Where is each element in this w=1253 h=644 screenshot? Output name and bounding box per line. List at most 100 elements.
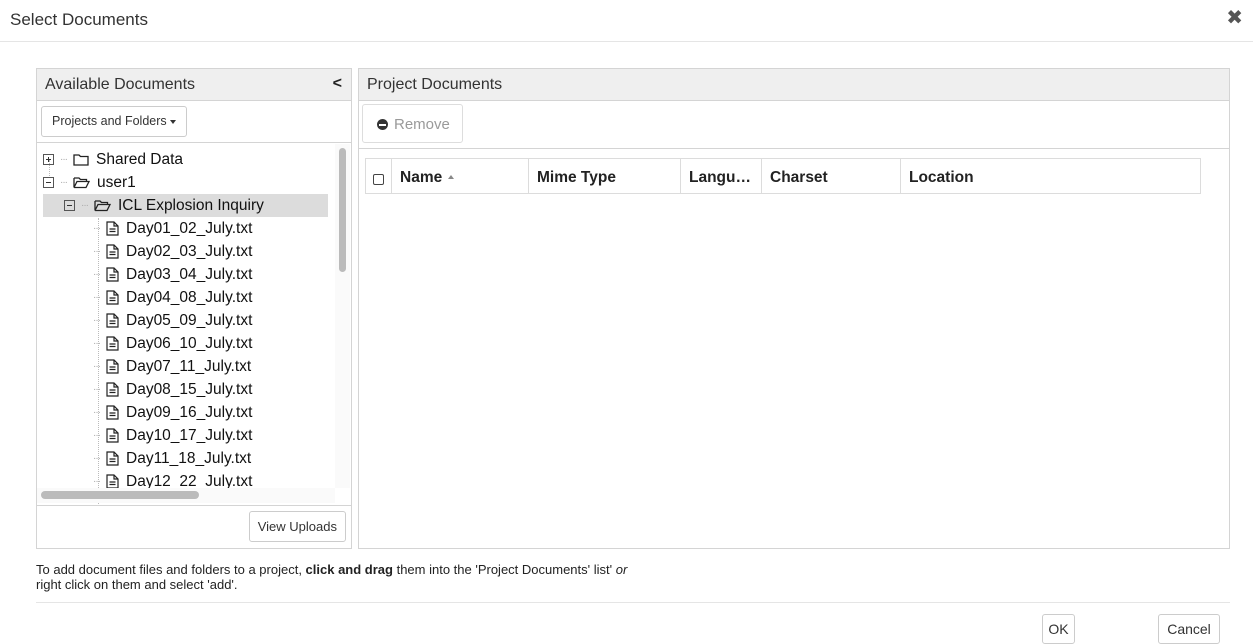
column-header-language[interactable]: Langu… bbox=[681, 159, 762, 193]
project-documents-toolbar: Remove bbox=[359, 101, 1229, 149]
vertical-scrollbar-thumb[interactable] bbox=[339, 148, 346, 272]
tree-file-label: Day11_18_July.txt bbox=[126, 449, 252, 467]
available-documents-toolbar: Projects and Folders bbox=[37, 101, 351, 143]
column-label: Charset bbox=[770, 169, 828, 186]
tree-file-label: Day06_10_July.txt bbox=[126, 334, 253, 352]
folder-open-icon bbox=[73, 177, 90, 189]
file-text-icon bbox=[106, 267, 119, 282]
tree-file-label: Day02_03_July.txt bbox=[126, 242, 253, 260]
tree-connector: ··· bbox=[93, 476, 101, 487]
file-text-icon bbox=[106, 405, 119, 420]
collapse-panel-icon[interactable]: < bbox=[333, 75, 342, 93]
tree-connector: ··· bbox=[60, 154, 68, 165]
view-uploads-button[interactable]: View Uploads bbox=[248, 511, 346, 542]
remove-label: Remove bbox=[394, 116, 450, 133]
column-header-name[interactable]: Name bbox=[392, 159, 529, 193]
column-label: Location bbox=[909, 169, 974, 186]
dropdown-label: Projects and Folders bbox=[52, 114, 167, 128]
tree-connector: ··· bbox=[93, 384, 101, 395]
tree-file-item[interactable]: ··· Day08_15_July.txt bbox=[93, 378, 252, 401]
file-text-icon bbox=[106, 382, 119, 397]
tree-node-icl-explosion-inquiry[interactable]: ··· ICL Explosion Inquiry bbox=[43, 194, 328, 217]
folder-icon bbox=[73, 154, 89, 166]
tree-connector: ··· bbox=[93, 246, 101, 257]
project-documents-header: Project Documents bbox=[359, 69, 1229, 101]
available-documents-header: Available Documents < bbox=[37, 69, 351, 101]
column-header-charset[interactable]: Charset bbox=[762, 159, 901, 193]
close-icon[interactable]: ✖ bbox=[1226, 8, 1243, 28]
column-header-location[interactable]: Location bbox=[901, 159, 1200, 193]
available-documents-title: Available Documents bbox=[45, 76, 196, 93]
tree-node-label: user1 bbox=[97, 173, 136, 191]
horizontal-scrollbar[interactable] bbox=[37, 488, 335, 503]
select-all-checkbox[interactable] bbox=[373, 174, 384, 185]
projects-and-folders-dropdown[interactable]: Projects and Folders bbox=[41, 106, 187, 137]
cancel-button[interactable]: Cancel bbox=[1158, 614, 1220, 644]
remove-button[interactable]: Remove bbox=[362, 104, 463, 143]
file-text-icon bbox=[106, 451, 119, 466]
tree-file-item[interactable]: ··· Day05_09_July.txt bbox=[93, 309, 252, 332]
help-text-line2: right click on them and select 'add'. bbox=[36, 577, 238, 592]
help-text-italic: or bbox=[615, 562, 628, 577]
file-text-icon bbox=[106, 221, 119, 236]
file-text-icon bbox=[106, 359, 119, 374]
tree-file-label: Day01_02_July.txt bbox=[126, 219, 253, 237]
collapse-icon[interactable] bbox=[64, 200, 75, 211]
document-tree[interactable]: ··· Shared Data ··· user1 ··· ICL Explos… bbox=[37, 144, 351, 506]
help-text-bold: click and drag bbox=[305, 562, 393, 577]
tree-node-shared-data[interactable]: ··· Shared Data bbox=[43, 148, 183, 171]
tree-connector: ··· bbox=[93, 223, 101, 234]
file-text-icon bbox=[106, 313, 119, 328]
documents-table-header: Name Mime Type Langu… Charset Location bbox=[365, 158, 1201, 194]
column-label: Mime Type bbox=[537, 169, 616, 186]
available-documents-panel: Available Documents < Projects and Folde… bbox=[36, 68, 352, 549]
tree-file-label: Day05_09_July.txt bbox=[126, 311, 253, 329]
dialog-header: Select Documents ✖ bbox=[0, 0, 1253, 42]
footer-divider bbox=[36, 602, 1230, 603]
tree-file-label: Day03_04_July.txt bbox=[126, 265, 253, 283]
horizontal-scrollbar-thumb[interactable] bbox=[41, 491, 199, 499]
tree-connector: ··· bbox=[81, 200, 89, 211]
collapse-icon[interactable] bbox=[43, 177, 54, 188]
tree-file-label: Day09_16_July.txt bbox=[126, 403, 253, 421]
project-documents-panel: Project Documents Remove bbox=[358, 68, 1230, 549]
tree-connector: ··· bbox=[93, 338, 101, 349]
dialog-title: Select Documents bbox=[10, 10, 148, 29]
column-header-mime-type[interactable]: Mime Type bbox=[529, 159, 681, 193]
tree-connector: ··· bbox=[93, 361, 101, 372]
tree-file-label: Day04_08_July.txt bbox=[126, 288, 253, 306]
expand-icon[interactable] bbox=[43, 154, 54, 165]
ok-button[interactable]: OK bbox=[1042, 614, 1075, 644]
file-text-icon bbox=[106, 244, 119, 259]
tree-file-item[interactable]: ··· Day02_03_July.txt bbox=[93, 240, 252, 263]
tree-file-item[interactable]: ··· Day04_08_July.txt bbox=[93, 286, 252, 309]
tree-file-item[interactable]: ··· Day06_10_July.txt bbox=[93, 332, 252, 355]
tree-file-label: Day07_11_July.txt bbox=[126, 357, 252, 375]
column-label: Name bbox=[400, 169, 443, 186]
tree-connector: ··· bbox=[60, 177, 68, 188]
file-text-icon bbox=[106, 428, 119, 443]
tree-connector: ··· bbox=[93, 292, 101, 303]
tree-connector: ··· bbox=[93, 453, 101, 464]
tree-connector: ··· bbox=[93, 315, 101, 326]
tree-file-item[interactable]: ··· Day10_17_July.txt bbox=[93, 424, 252, 447]
caret-down-icon bbox=[169, 119, 176, 124]
file-text-icon bbox=[106, 336, 119, 351]
minus-circle-icon bbox=[377, 119, 388, 130]
folder-open-icon bbox=[94, 200, 111, 212]
help-text-part2: them into the 'Project Documents' list' bbox=[392, 562, 616, 577]
tree-file-item[interactable]: ··· Day03_04_July.txt bbox=[93, 263, 252, 286]
help-text-part1: To add document files and folders to a p… bbox=[36, 562, 306, 577]
help-text: To add document files and folders to a p… bbox=[36, 562, 627, 592]
tree-connector: ··· bbox=[93, 430, 101, 441]
sort-ascending-icon bbox=[448, 175, 455, 179]
tree-file-item[interactable]: ··· Day09_16_July.txt bbox=[93, 401, 252, 424]
tree-file-item[interactable]: ··· Day07_11_July.txt bbox=[93, 355, 251, 378]
vertical-scrollbar[interactable] bbox=[335, 144, 350, 488]
tree-file-item[interactable]: ··· Day11_18_July.txt bbox=[93, 447, 251, 470]
tree-node-user1[interactable]: ··· user1 bbox=[43, 171, 136, 194]
tree-connector: ··· bbox=[93, 269, 101, 280]
column-label: Langu… bbox=[689, 169, 751, 186]
tree-file-item[interactable]: ··· Day01_02_July.txt bbox=[93, 217, 252, 240]
tree-node-label: ICL Explosion Inquiry bbox=[118, 196, 264, 214]
